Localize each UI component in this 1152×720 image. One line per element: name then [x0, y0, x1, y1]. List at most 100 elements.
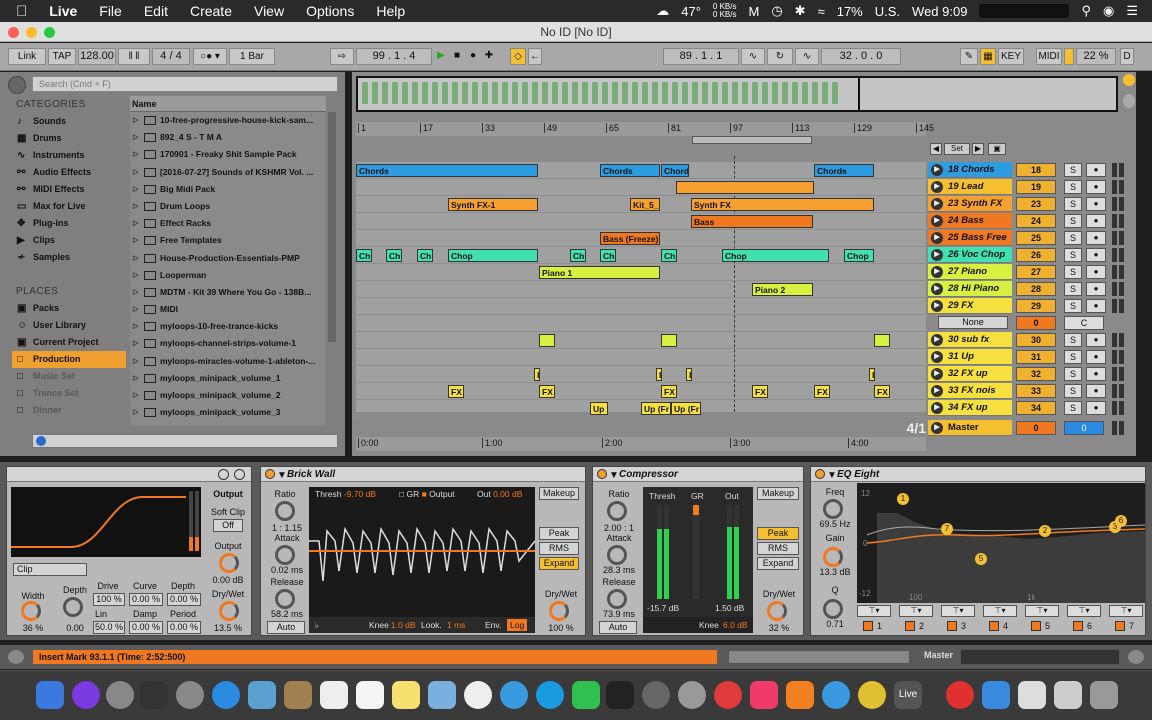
browser-file-item[interactable]: ▷ Drum Loops — [130, 198, 326, 215]
menu-options[interactable]: Options — [306, 3, 354, 19]
browser-file-item[interactable]: ▷ Effect Racks — [130, 215, 326, 232]
comp-attack-knob[interactable] — [607, 545, 627, 565]
eq-band-toggle[interactable] — [1073, 621, 1083, 631]
comp-rms-button[interactable]: RMS — [757, 542, 799, 555]
bluetooth-icon[interactable]: ✱ — [795, 3, 806, 19]
disclosure-triangle-icon[interactable]: ▷ — [133, 181, 138, 198]
track-lane[interactable] — [356, 281, 926, 298]
output-knob[interactable] — [219, 553, 239, 573]
menu-app[interactable]: Live — [49, 3, 77, 19]
eq-band-toggle[interactable] — [947, 621, 957, 631]
draw-mode-icon[interactable]: ✎ — [960, 48, 978, 65]
wifi-icon[interactable]: ≈ — [818, 4, 825, 19]
eq-band-toggle[interactable] — [1115, 621, 1125, 631]
eq-filter-type-select[interactable]: ⊤▾ — [1025, 605, 1059, 617]
browser-file-item[interactable]: ▷ myloops_minipack_volume_2 — [130, 387, 326, 404]
track-play-icon[interactable]: ▶ — [931, 198, 943, 210]
width-knob[interactable] — [21, 601, 41, 621]
document-icon[interactable] — [1018, 681, 1046, 709]
eq-filter-type-select[interactable]: ⊤▾ — [983, 605, 1017, 617]
track-play-icon[interactable]: ▶ — [931, 232, 943, 244]
track-header[interactable]: ▶ 24 Bass 24 S ● — [928, 213, 1134, 229]
arm-button[interactable]: ● — [1086, 180, 1106, 194]
arm-button[interactable]: ● — [1086, 299, 1106, 313]
category-drums[interactable]: ▦ Drums — [12, 130, 126, 147]
solo-button[interactable]: S — [1064, 163, 1082, 177]
facetime-icon[interactable] — [572, 681, 600, 709]
arrangement-clip[interactable]: L — [869, 368, 875, 381]
track-name[interactable]: ▶ 30 sub fx — [928, 332, 1012, 348]
display-mode-icon[interactable]: ♭ — [315, 617, 319, 633]
eq-band-1-handle[interactable]: 1 — [897, 493, 909, 505]
clock[interactable]: Wed 9:09 — [912, 4, 967, 19]
calendar-icon[interactable] — [320, 681, 348, 709]
arrangement-clip[interactable]: Chop — [722, 249, 829, 262]
track-name[interactable]: ▶ 26 Voc Chop — [928, 247, 1012, 263]
depth-knob[interactable] — [63, 597, 83, 617]
arrangement-clip[interactable]: Up (Fr — [671, 402, 701, 415]
preview-app-icon[interactable] — [248, 681, 276, 709]
arrangement-clip[interactable] — [661, 334, 677, 347]
books-icon[interactable] — [786, 681, 814, 709]
arrangement-clip[interactable]: Chords — [600, 164, 660, 177]
menu-create[interactable]: Create — [190, 3, 232, 19]
arrangement-clip[interactable]: Kit_5_ — [630, 198, 660, 211]
eq-freq-knob[interactable] — [823, 499, 843, 519]
arrangement-clip[interactable]: Piano 2 — [752, 283, 813, 296]
arrangement-clip[interactable]: Ch — [570, 249, 586, 262]
track-number[interactable]: 33 — [1016, 384, 1056, 398]
ableton-live-icon[interactable]: Live — [894, 681, 922, 709]
track-lane[interactable] — [356, 298, 926, 315]
eq-band-7-handle[interactable]: 7 — [941, 523, 953, 535]
auto-release-button[interactable]: Auto — [267, 621, 305, 634]
place-dinner[interactable]: □ Dinner — [12, 402, 126, 419]
disclosure-triangle-icon[interactable]: ▷ — [133, 318, 138, 335]
master-pan[interactable]: 0 — [1064, 421, 1104, 435]
track-header[interactable]: ▶ 32 FX up 32 S ● — [928, 366, 1134, 382]
track-play-icon[interactable]: ▶ — [931, 402, 943, 414]
eq-band-6-handle[interactable]: 6 — [1115, 515, 1127, 527]
fx-chain-select[interactable]: None — [938, 316, 1008, 329]
loop-start-field[interactable]: 89 . 1 . 1 — [663, 48, 739, 65]
time-ruler[interactable]: 0:00 1:00 2:00 3:00 4:00 — [356, 437, 926, 451]
disclosure-triangle-icon[interactable]: ▷ — [133, 301, 138, 318]
solo-button[interactable]: S — [1064, 231, 1082, 245]
pro-app-icon[interactable] — [678, 681, 706, 709]
nudge-buttons[interactable]: ‖ ‖ — [118, 48, 150, 65]
track-play-icon[interactable]: ▶ — [931, 334, 943, 346]
eq-band-2-handle[interactable]: 2 — [1039, 525, 1051, 537]
track-lane[interactable] — [356, 349, 926, 366]
siri-dock-icon[interactable] — [72, 681, 100, 709]
app-store-icon[interactable] — [212, 681, 240, 709]
browser-file-item[interactable]: ▷ House-Production-Essentials-PMP — [130, 250, 326, 267]
track-name[interactable]: ▶ 29 FX — [928, 298, 1012, 314]
peak-button[interactable]: Peak — [539, 527, 579, 540]
disclosure-triangle-icon[interactable]: ▷ — [133, 387, 138, 404]
time-signature-field[interactable]: 4 / 4 — [152, 48, 190, 65]
track-number[interactable]: 32 — [1016, 367, 1056, 381]
solo-button[interactable]: S — [1064, 367, 1082, 381]
solo-button[interactable]: S — [1064, 333, 1082, 347]
lock-icon[interactable]: ▣ — [988, 143, 1006, 155]
close-window-icon[interactable] — [8, 27, 19, 38]
master-name[interactable]: ▶ Master — [928, 420, 1012, 436]
drive-icon[interactable] — [1054, 681, 1082, 709]
browser-file-item[interactable]: ▷ Free Templates — [130, 232, 326, 249]
category-clips[interactable]: ▶ Clips — [12, 232, 126, 249]
bw-drywet-knob[interactable] — [549, 601, 569, 621]
music-icon[interactable] — [750, 681, 778, 709]
arrangement-overview[interactable] — [356, 76, 1118, 112]
track-play-icon[interactable]: ▶ — [931, 283, 943, 295]
comp-drywet-knob[interactable] — [767, 601, 787, 621]
prev-locator-icon[interactable]: ◀ — [930, 143, 942, 155]
track-number[interactable]: 23 — [1016, 197, 1056, 211]
reminders-icon[interactable] — [356, 681, 384, 709]
track-number[interactable]: 25 — [1016, 231, 1056, 245]
comp-knee-value[interactable]: 6.0 dB — [723, 617, 748, 633]
device-power-icon[interactable] — [265, 469, 275, 479]
downloads-folder-icon[interactable] — [982, 681, 1010, 709]
browser-scrollbar[interactable] — [328, 112, 336, 342]
preview-bar[interactable] — [32, 434, 338, 448]
master-volume[interactable]: 0 — [1016, 421, 1056, 435]
browser-file-item[interactable]: ▷ 170901 - Freaky Shit Sample Pack — [130, 146, 326, 163]
